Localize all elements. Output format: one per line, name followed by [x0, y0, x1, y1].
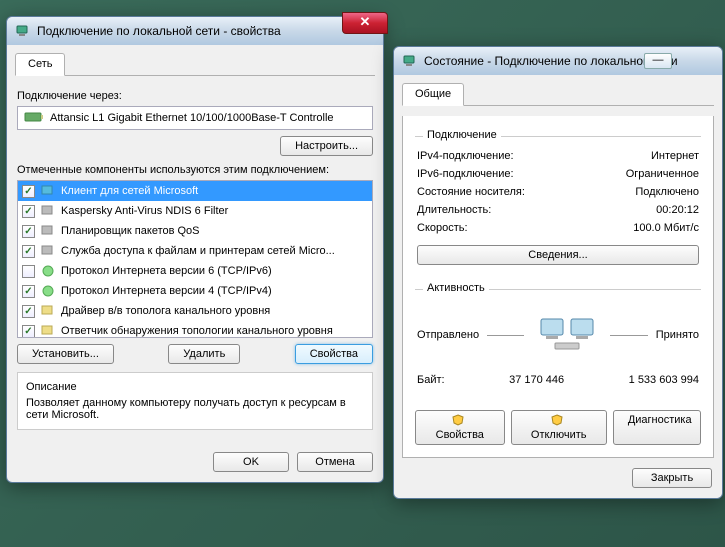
list-item[interactable]: ✓ Ответчик обнаружения топологии канальн… [18, 321, 372, 338]
status-row: Состояние носителя: Подключено [417, 183, 699, 201]
list-item[interactable]: ✓ Драйвер в/в тополога канального уровня [18, 301, 372, 321]
speed-value: 100.0 Мбит/с [633, 222, 699, 234]
list-item[interactable]: ✓ Протокол Интернета версии 6 (TCP/IPv6) [18, 261, 372, 281]
service-icon [40, 243, 56, 259]
client-icon [40, 183, 56, 199]
checkbox-icon[interactable]: ✓ [22, 265, 35, 278]
connection-group: Подключение IPv4-подключение: Интернет I… [415, 136, 701, 271]
shield-icon [550, 414, 564, 428]
checkbox-icon[interactable]: ✓ [22, 305, 35, 318]
status-window: Состояние - Подключение по локальной сет… [393, 46, 723, 499]
component-label: Клиент для сетей Microsoft [61, 185, 198, 197]
duration-label: Длительность: [417, 204, 491, 216]
recv-bytes: 1 533 603 994 [629, 374, 699, 386]
component-label: Ответчик обнаружения топологии канальног… [61, 325, 333, 337]
duration-value: 00:20:12 [656, 204, 699, 216]
window-title: Подключение по локальной сети - свойства [37, 24, 281, 38]
ok-button[interactable]: OK [213, 452, 289, 472]
list-item[interactable]: ✓ Планировщик пакетов QoS [18, 221, 372, 241]
tab-network[interactable]: Сеть [15, 53, 65, 76]
shield-icon [451, 414, 465, 428]
network-icon [15, 23, 31, 39]
components-label: Отмеченные компоненты используются этим … [17, 164, 373, 176]
media-value: Подключено [635, 186, 699, 198]
description-title: Описание [26, 381, 364, 393]
adapter-icon [24, 110, 44, 126]
component-label: Служба доступа к файлам и принтерам сете… [61, 245, 335, 257]
speed-label: Скорость: [417, 222, 468, 234]
connection-legend: Подключение [423, 129, 501, 141]
bytes-label: Байт: [417, 374, 445, 386]
ipv6-value: Ограниченное [626, 168, 699, 180]
status-row: Скорость: 100.0 Мбит/с [417, 219, 699, 237]
ipv4-value: Интернет [651, 150, 699, 162]
component-label: Kaspersky Anti-Virus NDIS 6 Filter [61, 205, 228, 217]
protocol-icon [40, 283, 56, 299]
component-label: Протокол Интернета версии 6 (TCP/IPv6) [61, 265, 272, 277]
status-row: IPv6-подключение: Ограниченное [417, 165, 699, 183]
component-properties-button[interactable]: Свойства [295, 344, 373, 364]
activity-line [487, 335, 524, 336]
adapter-field: Attansic L1 Gigabit Ethernet 10/100/1000… [17, 106, 373, 130]
status-properties-button[interactable]: Свойства [415, 410, 505, 445]
properties-window: Подключение по локальной сети - свойства… [6, 16, 384, 483]
status-row: IPv4-подключение: Интернет [417, 147, 699, 165]
adapter-name: Attansic L1 Gigabit Ethernet 10/100/1000… [50, 112, 334, 124]
component-list[interactable]: ✓ Клиент для сетей Microsoft ✓ Kaspersky… [17, 180, 373, 338]
computers-icon [532, 310, 602, 360]
checkbox-icon[interactable]: ✓ [22, 205, 35, 218]
connect-via-label: Подключение через: [17, 90, 373, 102]
details-button[interactable]: Сведения... [417, 245, 699, 265]
remove-button[interactable]: Удалить [168, 344, 240, 364]
list-item[interactable]: ✓ Kaspersky Anti-Virus NDIS 6 Filter [18, 201, 372, 221]
service-icon [40, 203, 56, 219]
close-button[interactable]: Закрыть [632, 468, 712, 488]
configure-button[interactable]: Настроить... [280, 136, 373, 156]
install-button[interactable]: Установить... [17, 344, 114, 364]
sent-bytes: 37 170 446 [509, 374, 564, 386]
recv-label: Принято [656, 329, 699, 341]
checkbox-icon[interactable]: ✓ [22, 185, 35, 198]
media-label: Состояние носителя: [417, 186, 525, 198]
ipv4-label: IPv4-подключение: [417, 150, 514, 162]
activity-line [610, 335, 647, 336]
disable-button[interactable]: Отключить [511, 410, 607, 445]
window-title: Состояние - Подключение по локальной сет… [424, 54, 678, 68]
titlebar[interactable]: Состояние - Подключение по локальной сет… [394, 47, 722, 75]
titlebar[interactable]: Подключение по локальной сети - свойства… [7, 17, 383, 45]
minimize-button[interactable]: — [644, 53, 672, 69]
checkbox-icon[interactable]: ✓ [22, 325, 35, 338]
checkbox-icon[interactable]: ✓ [22, 245, 35, 258]
ipv6-label: IPv6-подключение: [417, 168, 514, 180]
close-button[interactable]: ✕ [342, 12, 388, 34]
driver-icon [40, 323, 56, 338]
diagnose-button[interactable]: Диагностика [613, 410, 701, 445]
component-label: Драйвер в/в тополога канального уровня [61, 305, 270, 317]
tab-general[interactable]: Общие [402, 83, 464, 106]
description-box: Описание Позволяет данному компьютеру по… [17, 372, 373, 430]
activity-legend: Активность [423, 282, 489, 294]
activity-group: Активность Отправлено Прин [415, 289, 701, 396]
checkbox-icon[interactable]: ✓ [22, 225, 35, 238]
service-icon [40, 223, 56, 239]
component-label: Протокол Интернета версии 4 (TCP/IPv4) [61, 285, 272, 297]
cancel-button[interactable]: Отмена [297, 452, 373, 472]
driver-icon [40, 303, 56, 319]
status-row: Длительность: 00:20:12 [417, 201, 699, 219]
description-text: Позволяет данному компьютеру получать до… [26, 397, 364, 421]
list-item[interactable]: ✓ Служба доступа к файлам и принтерам се… [18, 241, 372, 261]
component-label: Планировщик пакетов QoS [61, 225, 200, 237]
tabstrip: Сеть [15, 53, 375, 76]
list-item[interactable]: ✓ Клиент для сетей Microsoft [18, 181, 372, 201]
sent-label: Отправлено [417, 329, 479, 341]
tabstrip: Общие [402, 83, 714, 106]
network-icon [402, 53, 418, 69]
list-item[interactable]: ✓ Протокол Интернета версии 4 (TCP/IPv4) [18, 281, 372, 301]
checkbox-icon[interactable]: ✓ [22, 285, 35, 298]
protocol-icon [40, 263, 56, 279]
